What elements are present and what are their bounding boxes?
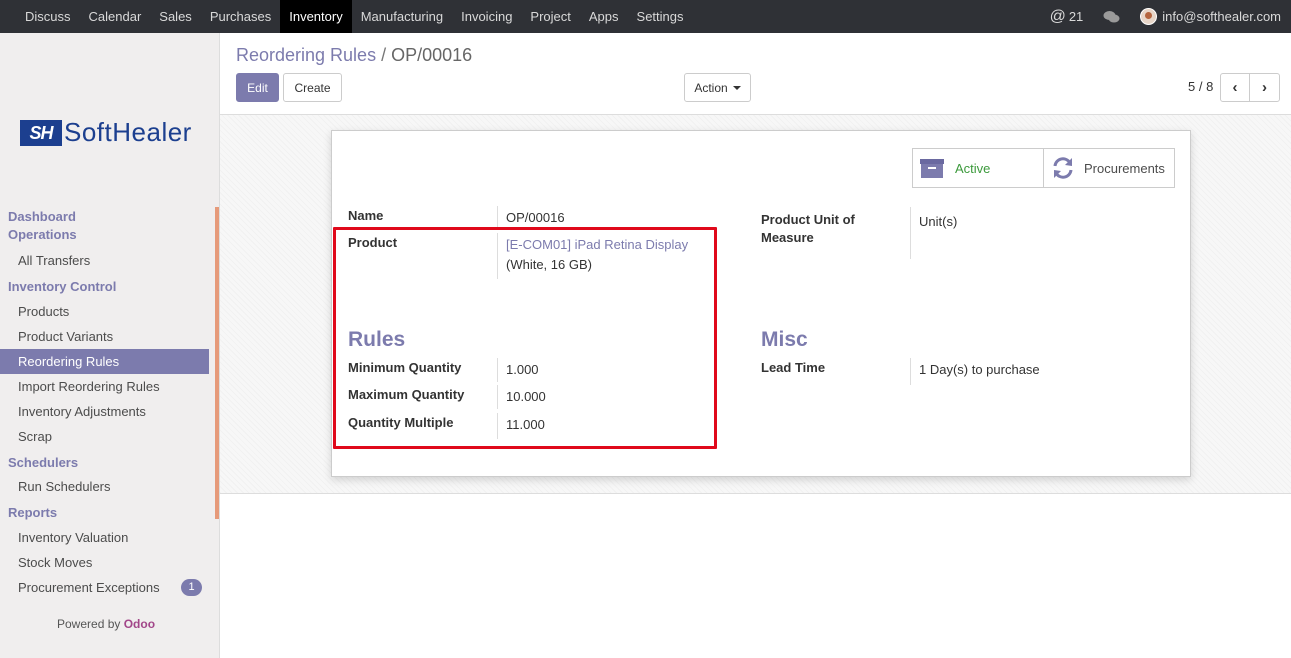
menu-settings[interactable]: Settings	[628, 0, 693, 33]
action-label: Action	[694, 80, 728, 95]
sidebar-item-scrap[interactable]: Scrap	[0, 424, 209, 449]
menu-apps[interactable]: Apps	[580, 0, 628, 33]
name-label: Name	[348, 208, 384, 223]
menu-discuss[interactable]: Discuss	[16, 0, 80, 33]
menu-manufacturing[interactable]: Manufacturing	[352, 0, 452, 33]
sidebar-section-inventory-control[interactable]: Inventory Control	[0, 278, 209, 296]
chat-bubbles-icon	[1103, 10, 1120, 22]
field-divider	[910, 358, 911, 385]
pager-next-button[interactable]: ›	[1249, 73, 1280, 102]
breadcrumb-separator: /	[381, 45, 387, 65]
menu-purchases[interactable]: Purchases	[201, 0, 280, 33]
powered-by: Powered by Odoo	[57, 617, 155, 631]
pager-previous-button[interactable]: ‹	[1220, 73, 1250, 102]
uom-label-line2: Measure	[761, 230, 814, 245]
menu-project[interactable]: Project	[521, 0, 579, 33]
sidebar-item-inventory-adjustments[interactable]: Inventory Adjustments	[0, 399, 209, 424]
powered-by-text: Powered by	[57, 617, 121, 631]
refresh-icon	[1053, 157, 1073, 179]
pager-value[interactable]: 5 / 8	[1188, 79, 1213, 94]
uom-label-line1: Product Unit of	[761, 212, 855, 227]
sidebar-scrollbar[interactable]	[215, 207, 219, 519]
create-button[interactable]: Create	[283, 73, 342, 102]
sidebar-item-import-reordering-rules[interactable]: Import Reordering Rules	[0, 374, 209, 399]
logo-word: SoftHealer	[64, 117, 192, 147]
sidebar-item-stock-moves[interactable]: Stock Moves	[0, 550, 209, 575]
menu-invoicing[interactable]: Invoicing	[452, 0, 521, 33]
name-value: OP/00016	[506, 210, 565, 225]
app-menu: Discuss Calendar Sales Purchases Invento…	[0, 0, 693, 33]
at-sign-icon: @	[1049, 7, 1066, 25]
user-menu[interactable]: info@softhealer.com	[1130, 0, 1291, 33]
sidebar-item-reordering-rules[interactable]: Reordering Rules	[0, 349, 209, 374]
sidebar-section-reports[interactable]: Reports	[0, 504, 209, 522]
sidebar-section-schedulers[interactable]: Schedulers	[0, 454, 209, 472]
lead-time-value: 1 Day(s) to purchase	[919, 362, 1040, 377]
logo-mark: SH	[20, 119, 62, 146]
sidebar-item-all-transfers[interactable]: All Transfers	[0, 248, 209, 273]
active-label: Active	[955, 160, 991, 176]
sidebar-item-label: Procurement Exceptions	[18, 580, 160, 595]
powered-by-brand[interactable]: Odoo	[124, 617, 155, 631]
sidebar-item-run-schedulers[interactable]: Run Schedulers	[0, 474, 209, 499]
chevron-right-icon: ›	[1262, 79, 1267, 96]
uom-label: Product Unit of Measure	[761, 211, 855, 247]
active-toggle-button[interactable]: Active	[912, 148, 1044, 188]
procurements-label: Procurements	[1084, 160, 1165, 176]
procurements-button[interactable]: Procurements	[1043, 148, 1175, 188]
avatar	[1140, 8, 1158, 25]
misc-section-title: Misc	[761, 328, 808, 351]
user-email: info@softhealer.com	[1162, 9, 1281, 24]
sidebar-section-dashboard-operations[interactable]: Dashboard Operations	[0, 207, 90, 244]
breadcrumb-current: OP/00016	[391, 45, 473, 65]
breadcrumb-parent[interactable]: Reordering Rules	[236, 45, 376, 65]
chevron-left-icon: ‹	[1232, 79, 1238, 96]
breadcrumb: Reordering Rules / OP/00016	[236, 45, 472, 66]
count-badge: 1	[181, 579, 202, 596]
menu-sales[interactable]: Sales	[150, 0, 201, 33]
company-logo: SH SoftHealer	[20, 117, 192, 148]
lead-time-label: Lead Time	[761, 360, 826, 375]
caret-down-icon	[732, 85, 741, 90]
mentions-button[interactable]: @ 21	[1040, 0, 1094, 33]
uom-value: Unit(s)	[919, 214, 958, 229]
action-dropdown[interactable]: Action	[684, 73, 751, 102]
archive-box-icon	[920, 158, 944, 178]
systray: @ 21 info@softhealer.com	[1040, 0, 1291, 33]
sidebar-item-inventory-valuation[interactable]: Inventory Valuation	[0, 525, 209, 550]
top-navbar: Discuss Calendar Sales Purchases Invento…	[0, 0, 1291, 33]
sidebar-item-products[interactable]: Products	[0, 299, 209, 324]
chat-button[interactable]	[1093, 0, 1130, 33]
edit-button[interactable]: Edit	[236, 73, 279, 102]
highlight-annotation-box	[333, 227, 717, 449]
mentions-count: 21	[1068, 9, 1084, 24]
menu-calendar[interactable]: Calendar	[80, 0, 151, 33]
menu-inventory[interactable]: Inventory	[280, 0, 352, 33]
sidebar-item-product-variants[interactable]: Product Variants	[0, 324, 209, 349]
field-divider	[910, 207, 911, 259]
sidebar-item-procurement-exceptions[interactable]: Procurement Exceptions 1	[0, 575, 209, 600]
sidebar-menu: Dashboard Operations All Transfers Inven…	[0, 207, 209, 600]
